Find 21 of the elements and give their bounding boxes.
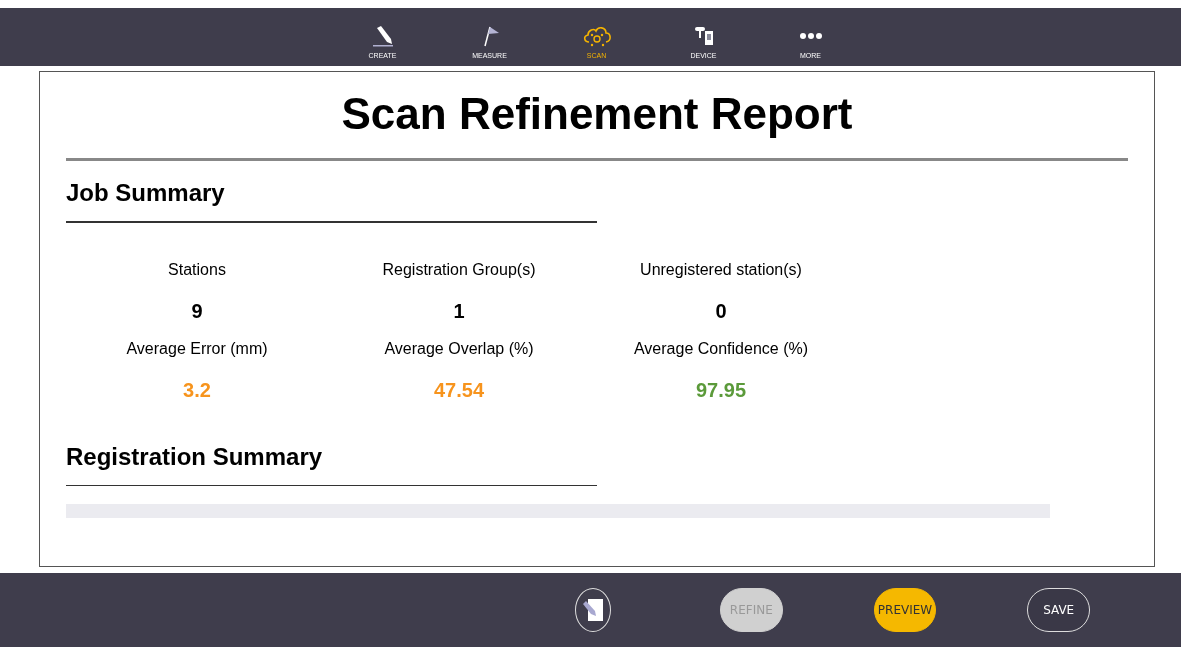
stat-label: Average Error (mm) [125, 338, 269, 359]
section-heading: Registration Summary [66, 441, 324, 472]
action-button[interactable]: SAVE [1027, 588, 1090, 632]
stat-value: 9 [190, 298, 204, 324]
stat-label: Registration Group(s) [381, 259, 537, 280]
report-title: Scan Refinement Report [340, 88, 854, 140]
stat-label: Unregistered station(s) [639, 259, 803, 280]
section-heading: Job Summary [66, 178, 226, 208]
stat-value: 47.54 [432, 377, 486, 403]
action-button[interactable]: PREVIEW [873, 588, 937, 632]
more-icon [798, 32, 823, 40]
stat-value: 0 [714, 298, 728, 324]
stat-value: 97.95 [694, 377, 748, 403]
stat-label: Average Confidence (%) [633, 338, 809, 359]
stat-label: Average Overlap (%) [383, 338, 535, 359]
stat-label: Stations [167, 259, 227, 280]
stat-value: 3.2 [182, 377, 212, 403]
pencil-icon [371, 25, 394, 47]
cloud-network-icon [581, 24, 612, 48]
stat-value: 1 [452, 298, 466, 324]
edit-document-icon [580, 597, 606, 623]
